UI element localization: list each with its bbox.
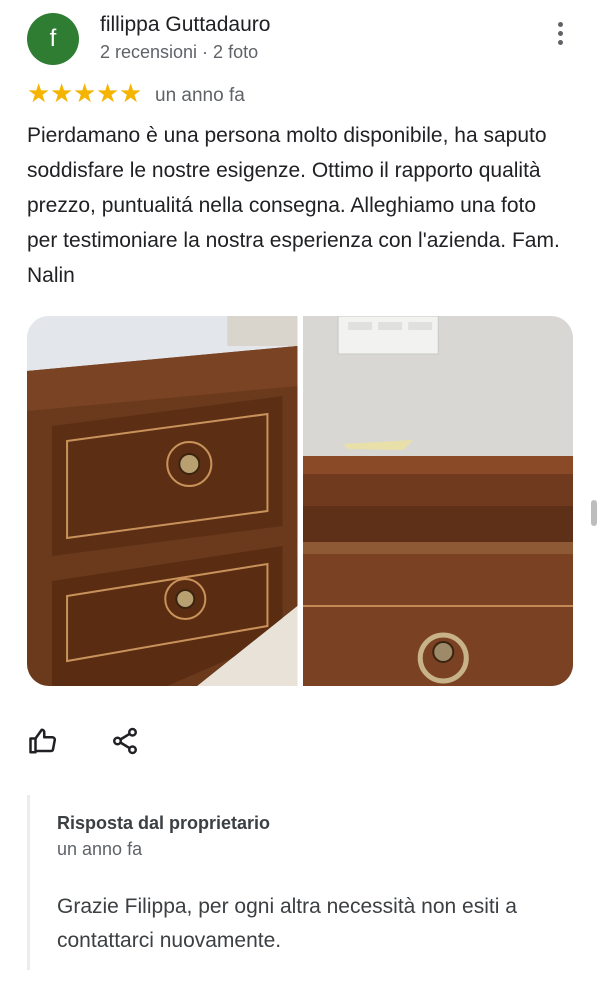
share-icon bbox=[113, 727, 137, 755]
share-button[interactable] bbox=[109, 725, 141, 757]
star-rating: ★ ★ ★ ★ ★ bbox=[27, 80, 142, 106]
review-photo-2[interactable] bbox=[302, 316, 573, 686]
reply-divider bbox=[27, 795, 30, 970]
more-options-icon[interactable] bbox=[548, 22, 572, 52]
avatar-letter: f bbox=[49, 25, 57, 52]
owner-reply-time: un anno fa bbox=[57, 839, 143, 859]
thumbs-up-icon bbox=[29, 728, 57, 754]
wooden-dresser-drawer-closeup-photo bbox=[302, 316, 573, 686]
scrollbar[interactable] bbox=[591, 500, 597, 526]
star-icon: ★ bbox=[50, 78, 74, 108]
star-icon: ★ bbox=[96, 78, 120, 108]
photo-gallery bbox=[27, 316, 573, 686]
star-icon: ★ bbox=[119, 78, 143, 108]
review-time: un anno fa bbox=[155, 85, 245, 106]
reviewer-meta: 2 recensioni · 2 foto bbox=[100, 42, 259, 62]
star-icon: ★ bbox=[73, 78, 97, 108]
review-text: Pierdamano è una persona molto disponibi… bbox=[27, 124, 560, 287]
owner-reply-text: Grazie Filippa, per ogni altra necessità… bbox=[57, 895, 517, 952]
owner-reply-title: Risposta dal proprietario bbox=[57, 813, 271, 833]
reviewer-name[interactable]: fillippa Guttadauro bbox=[100, 13, 270, 37]
review-photo-1[interactable] bbox=[27, 316, 298, 686]
wooden-dresser-drawers-photo bbox=[27, 316, 298, 686]
review-actions bbox=[27, 725, 141, 757]
like-button[interactable] bbox=[27, 725, 59, 757]
avatar[interactable]: f bbox=[27, 13, 79, 65]
star-icon: ★ bbox=[27, 78, 51, 108]
